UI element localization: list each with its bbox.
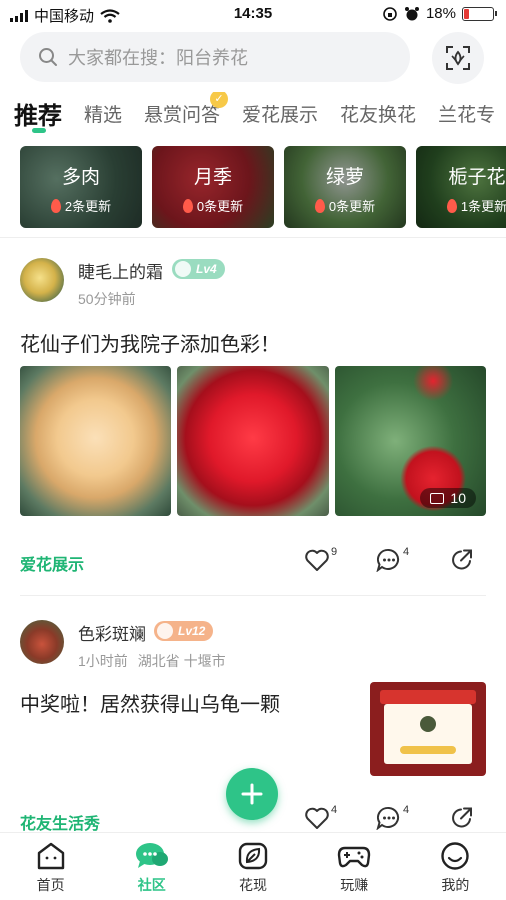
- post-text: 中奖啦！居然获得山乌龟一颗: [20, 694, 280, 716]
- category-name: 月季: [193, 167, 232, 188]
- post-time: 1小时前: [78, 653, 128, 669]
- post-location: 湖北省 十堰市: [137, 653, 226, 669]
- tab-featured[interactable]: 精选: [84, 100, 122, 127]
- image-count: 10: [420, 488, 476, 508]
- level-icon: [157, 623, 173, 639]
- avatar[interactable]: [20, 620, 64, 664]
- category-cards: 多肉 2条更新 月季 0条更新 绿萝 0条更新 栀子花 1条更新: [20, 146, 506, 228]
- share-icon: [452, 549, 472, 570]
- category-card-succulent[interactable]: 多肉 2条更新: [20, 146, 142, 228]
- scan-button[interactable]: [432, 32, 484, 84]
- category-card-gardenia[interactable]: 栀子花 1条更新: [416, 146, 506, 228]
- like-count: 4: [331, 804, 338, 816]
- nav-discover[interactable]: 花现: [202, 833, 303, 900]
- tab-flower-show[interactable]: 爱花展示: [242, 100, 318, 127]
- nav-label: 社区: [137, 877, 166, 893]
- post-image[interactable]: [370, 682, 486, 776]
- category-card-pothos[interactable]: 绿萝 0条更新: [284, 146, 406, 228]
- category-name: 栀子花: [448, 167, 506, 188]
- post-topic-link[interactable]: 花友生活秀: [20, 810, 100, 834]
- orientation-lock-icon: [383, 6, 397, 21]
- nav-profile[interactable]: 我的: [405, 833, 506, 900]
- tab-indicator: [32, 128, 46, 133]
- post-image[interactable]: [177, 366, 329, 516]
- comment-count: 4: [403, 804, 410, 816]
- post-image[interactable]: 10: [335, 366, 486, 516]
- nav-label: 首页: [36, 877, 65, 893]
- post-images: 10: [0, 366, 506, 516]
- post-topic-link[interactable]: 爱花展示: [20, 551, 84, 575]
- plus-icon: [241, 783, 263, 805]
- post-image[interactable]: [20, 366, 171, 516]
- community-icon: [135, 843, 168, 868]
- nav-label: 花现: [239, 877, 267, 893]
- tab-recommend[interactable]: 推荐: [14, 96, 62, 131]
- comment-button[interactable]: 4: [376, 804, 410, 830]
- share-button[interactable]: [450, 548, 474, 572]
- level-badge: Lv12: [154, 621, 214, 641]
- category-name: 多肉: [61, 167, 100, 188]
- divider: [20, 595, 486, 596]
- tab-orchid[interactable]: 兰花专: [438, 100, 495, 127]
- post-meta: 1小时前 湖北省 十堰市: [78, 651, 226, 671]
- comment-button[interactable]: 4: [376, 546, 410, 572]
- nav-label: 玩赚: [340, 877, 369, 893]
- share-icon: [452, 807, 472, 828]
- tab-reward-qa[interactable]: 悬赏问答 ✓: [144, 92, 229, 127]
- comment-count: 4: [403, 546, 410, 558]
- profile-icon: [441, 842, 470, 870]
- bottom-nav: 首页 社区 花现 玩赚 我的: [0, 832, 506, 900]
- category-updates: 0条更新: [196, 199, 244, 214]
- like-button[interactable]: 4: [304, 804, 338, 830]
- comment-icon: [376, 806, 400, 830]
- heart-icon: [305, 807, 329, 829]
- avatar[interactable]: [20, 258, 64, 302]
- post-time: 50分钟前: [78, 291, 136, 307]
- gamepad-icon: [338, 846, 371, 868]
- leaf-icon: [238, 842, 268, 870]
- category-name: 绿萝: [325, 167, 364, 188]
- post-username[interactable]: 色彩斑斓: [78, 620, 146, 645]
- image-count-label: 10: [450, 490, 466, 506]
- reward-badge-icon: ✓: [210, 92, 229, 108]
- post-username[interactable]: 睫毛上的霜: [78, 258, 163, 283]
- tab-reward-qa-label: 悬赏问答: [144, 104, 221, 126]
- flame-icon: [182, 198, 193, 213]
- flame-icon: [50, 198, 61, 213]
- heart-icon: [305, 549, 329, 571]
- category-updates: 2条更新: [64, 199, 112, 214]
- like-count: 9: [331, 546, 338, 558]
- gallery-icon: [430, 492, 445, 504]
- nav-label: 我的: [441, 877, 470, 893]
- battery-percent: 18%: [425, 5, 456, 22]
- comment-icon: [376, 548, 400, 572]
- category-updates: 0条更新: [328, 199, 376, 214]
- search-icon: [39, 48, 57, 66]
- divider: [0, 237, 506, 238]
- nav-community[interactable]: 社区: [101, 833, 202, 900]
- create-post-button[interactable]: [226, 768, 278, 820]
- scan-icon: [446, 46, 470, 70]
- status-bar: 中国移动 14:35 18%: [0, 0, 506, 28]
- search-placeholder: 大家都在搜：阳台养花: [68, 48, 248, 68]
- nav-home[interactable]: 首页: [0, 833, 101, 900]
- like-button[interactable]: 9: [304, 546, 338, 572]
- post-text: 花仙子们为我院子添加色彩！: [20, 334, 280, 356]
- flame-icon: [314, 198, 325, 213]
- level-label: Lv12: [178, 624, 206, 638]
- nav-play-earn[interactable]: 玩赚: [304, 833, 405, 900]
- battery-icon: [462, 6, 497, 21]
- category-card-rose[interactable]: 月季 0条更新: [152, 146, 274, 228]
- tab-flower-swap[interactable]: 花友换花: [340, 100, 416, 127]
- level-label: Lv4: [196, 262, 217, 276]
- search-bar[interactable]: 大家都在搜：阳台养花: [20, 32, 410, 82]
- flame-icon: [446, 198, 457, 213]
- share-button[interactable]: [450, 806, 474, 830]
- alarm-icon: [404, 6, 419, 20]
- home-icon: [37, 842, 64, 870]
- level-icon: [175, 261, 191, 277]
- category-tabs: 推荐 精选 悬赏问答 ✓ 爱花展示 花友换花 兰花专: [14, 92, 506, 134]
- level-badge: Lv4: [172, 259, 225, 279]
- category-updates: 1条更新: [460, 199, 506, 214]
